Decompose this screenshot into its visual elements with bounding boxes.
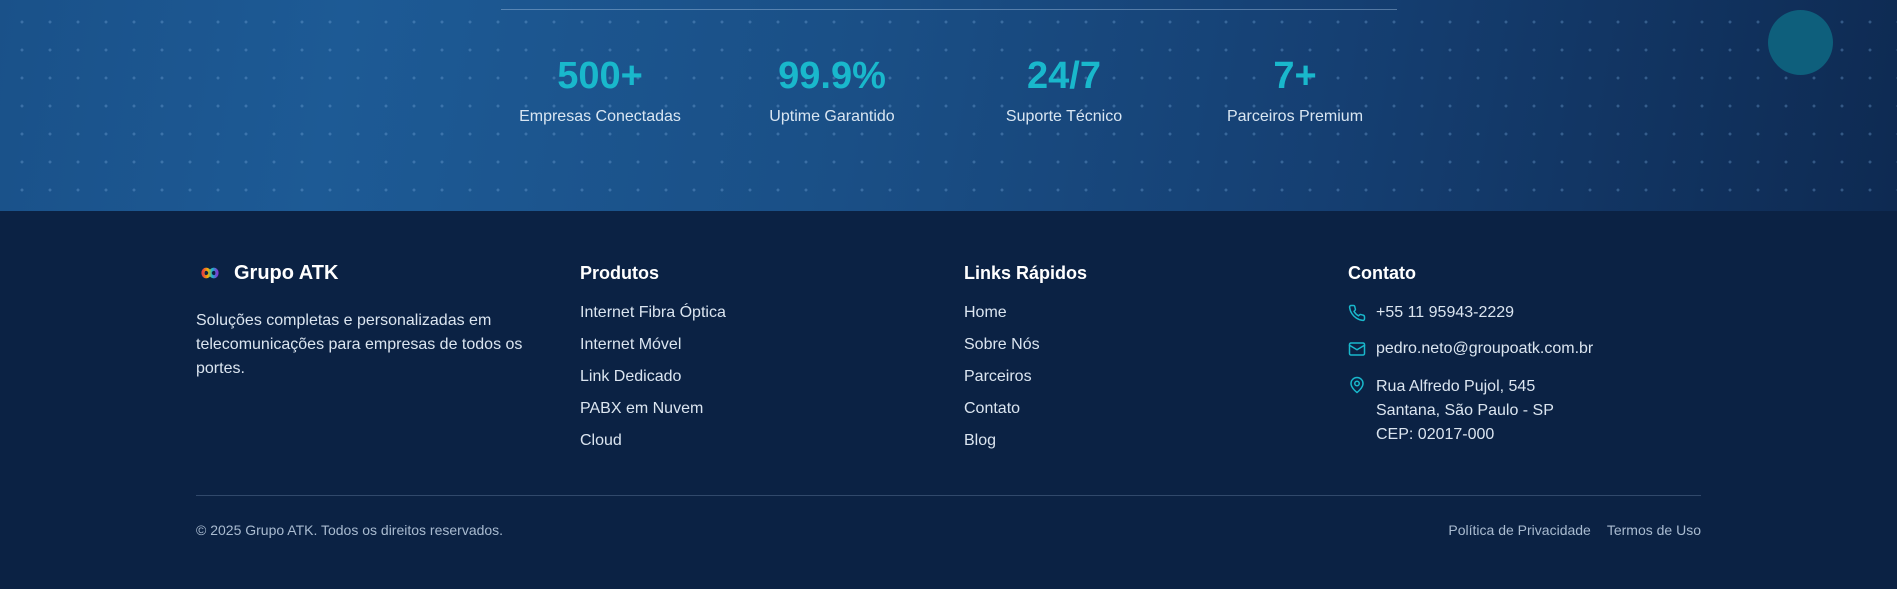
stats-band: 500+ Empresas Conectadas 99.9% Uptime Ga…: [0, 0, 1897, 211]
brand[interactable]: Grupo ATK: [196, 261, 556, 285]
phone-icon: [1348, 304, 1366, 322]
mail-icon: [1348, 342, 1366, 356]
quick-links-column: Links Rápidos Home Sobre Nós Parceiros C…: [964, 261, 1087, 463]
privacy-policy-link[interactable]: Política de Privacidade: [1448, 522, 1590, 538]
map-pin-icon: [1350, 376, 1364, 394]
quick-links-list: Home Sobre Nós Parceiros Contato Blog: [964, 303, 1087, 451]
stat-partners: 7+ Parceiros Premium: [1175, 52, 1415, 126]
brand-column: Grupo ATK Soluções completas e personali…: [196, 261, 556, 381]
contact-address: Rua Alfredo Pujol, 545 Santana, São Paul…: [1348, 375, 1593, 447]
product-link-pabx[interactable]: PABX em Nuvem: [580, 399, 726, 419]
terms-of-use-link[interactable]: Termos de Uso: [1607, 522, 1701, 538]
quick-link-home[interactable]: Home: [964, 303, 1087, 323]
stat-value: 99.9%: [778, 55, 886, 97]
address-line: Santana, São Paulo - SP: [1376, 402, 1554, 419]
email-text: pedro.neto@groupoatk.com.br: [1376, 340, 1594, 357]
contact-title: Contato: [1348, 263, 1416, 283]
quick-link-blog[interactable]: Blog: [964, 431, 1087, 451]
stat-value: 24/7: [1027, 55, 1101, 97]
contact-list: +55 11 95943-2229 pedro.neto@groupoatk.c…: [1348, 303, 1593, 447]
brand-name: Grupo ATK: [234, 261, 339, 284]
quick-link-sobre[interactable]: Sobre Nós: [964, 335, 1087, 355]
stat-label: Parceiros Premium: [1226, 108, 1364, 125]
stat-value: 500+: [557, 55, 643, 97]
phone-text: +55 11 95943-2229: [1376, 304, 1515, 321]
stat-label: Uptime Garantido: [769, 108, 895, 125]
product-link-dedicado[interactable]: Link Dedicado: [580, 367, 726, 387]
contact-phone[interactable]: +55 11 95943-2229: [1348, 303, 1593, 323]
quick-links-title: Links Rápidos: [964, 263, 1088, 283]
contact-email[interactable]: pedro.neto@groupoatk.com.br: [1348, 339, 1593, 359]
address-line: Rua Alfredo Pujol, 545: [1376, 378, 1536, 395]
contact-column: Contato +55 11 95943-2229 pedro.neto@gro…: [1348, 261, 1593, 463]
floating-circle-decoration: [1768, 10, 1833, 75]
copyright-text: © 2025 Grupo ATK. Todos os direitos rese…: [196, 522, 504, 538]
brand-description: Soluções completas e personalizadas em t…: [196, 312, 523, 377]
product-link-movel[interactable]: Internet Móvel: [580, 335, 726, 355]
product-link-cloud[interactable]: Cloud: [580, 431, 726, 451]
products-title: Produtos: [580, 263, 659, 283]
products-list: Internet Fibra Óptica Internet Móvel Lin…: [580, 303, 726, 451]
infinity-logo-icon: [196, 263, 224, 283]
stat-value: 7+: [1273, 55, 1317, 97]
address-text: Rua Alfredo Pujol, 545 Santana, São Paul…: [1376, 375, 1554, 447]
footer-divider: [196, 495, 1701, 496]
stat-label: Empresas Conectadas: [519, 108, 681, 125]
quick-link-parceiros[interactable]: Parceiros: [964, 367, 1087, 387]
stat-label: Suporte Técnico: [1005, 108, 1123, 125]
products-column: Produtos Internet Fibra Óptica Internet …: [580, 261, 726, 463]
stat-support: 24/7 Suporte Técnico: [944, 52, 1184, 126]
address-line: CEP: 02017-000: [1376, 426, 1495, 443]
product-link-fibra[interactable]: Internet Fibra Óptica: [580, 303, 726, 323]
site-footer: Grupo ATK Soluções completas e personali…: [0, 211, 1897, 589]
quick-link-contato[interactable]: Contato: [964, 399, 1087, 419]
stat-companies: 500+ Empresas Conectadas: [480, 52, 720, 126]
stat-uptime: 99.9% Uptime Garantido: [712, 52, 952, 126]
divider: [501, 9, 1397, 10]
legal-links: Política de Privacidade Termos de Uso: [1448, 522, 1701, 538]
